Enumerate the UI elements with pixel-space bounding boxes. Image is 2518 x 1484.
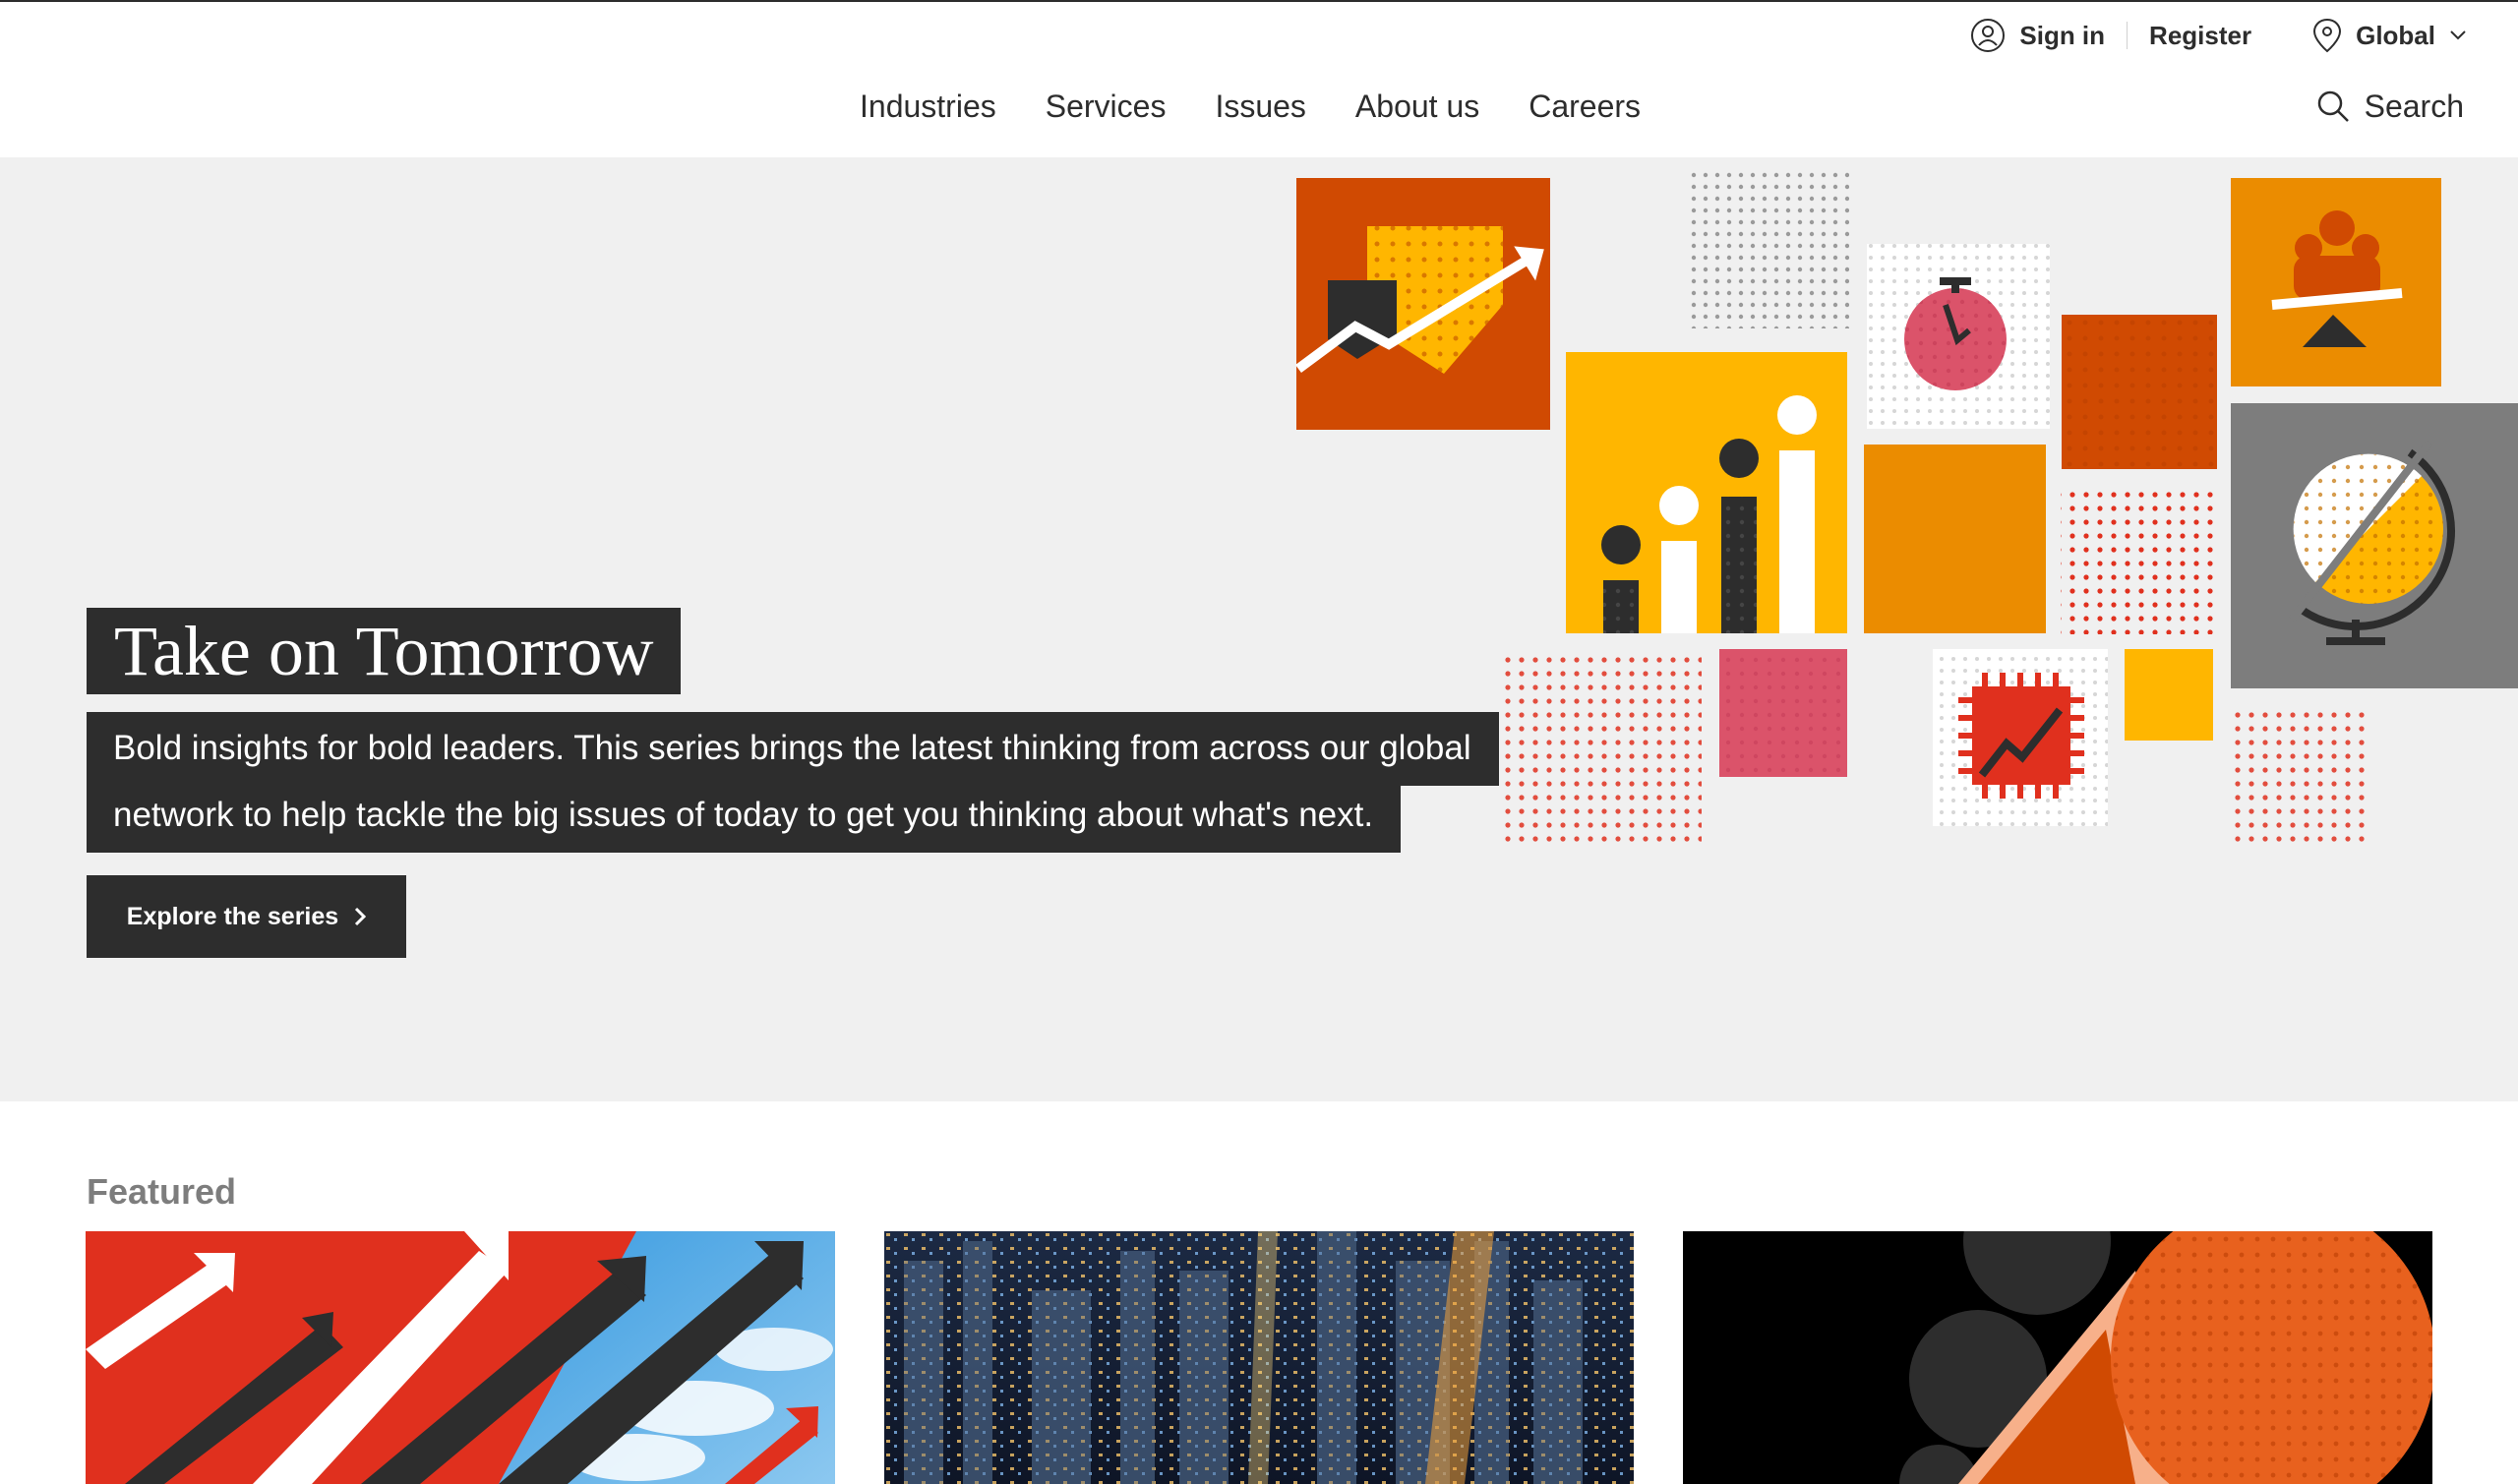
nav-item-careers[interactable]: Careers (1529, 81, 1641, 132)
red-arrows-sky-image (86, 1231, 835, 1484)
sign-in-label: Sign in (2019, 20, 2106, 50)
featured-card-2[interactable] (884, 1231, 1634, 1484)
hero-banner: Take on Tomorrow Bold insights for bold … (0, 157, 2518, 1101)
nav-item-industries[interactable]: Industries (860, 81, 996, 132)
dotted-tile (1687, 171, 1849, 328)
nav-item-issues[interactable]: Issues (1215, 81, 1305, 132)
featured-card-3[interactable] (1683, 1231, 2432, 1484)
utility-bar: Sign in Register Global (1970, 14, 2467, 57)
pink-square-tile (1719, 649, 1847, 777)
user-icon (1971, 19, 2006, 52)
red-dotted-tile-right (2233, 704, 2370, 848)
region-selector[interactable]: Global (2312, 18, 2467, 53)
orange-circles-abstract-image (1683, 1231, 2432, 1484)
globe-tile (2231, 403, 2518, 688)
chevron-right-icon (355, 907, 367, 926)
register-label: Register (2149, 20, 2252, 50)
red-dotted-tile (2061, 487, 2218, 634)
featured-heading: Featured (87, 1171, 237, 1212)
explore-series-button[interactable]: Explore the series (87, 875, 406, 958)
nav-item-services[interactable]: Services (1046, 81, 1167, 132)
sign-in-link[interactable]: Sign in (1970, 18, 2105, 53)
featured-card-1[interactable] (86, 1231, 835, 1484)
stopwatch-tile (1867, 244, 2050, 429)
hero-description-wrap: Bold insights for bold leaders. This ser… (87, 712, 1538, 853)
orange-square-tile (2062, 315, 2217, 469)
nav-item-about-us[interactable]: About us (1355, 81, 1479, 132)
location-pin-icon (2313, 18, 2342, 53)
main-nav: Industries Services Issues About us Care… (0, 81, 2518, 132)
search-label: Search (2364, 88, 2464, 124)
bar-chart-tile (1566, 352, 1847, 633)
divider (2127, 22, 2128, 49)
region-label: Global (2356, 20, 2435, 50)
amber-square-tile (1864, 445, 2046, 633)
search-icon (2317, 90, 2349, 122)
top-border (0, 0, 2518, 2)
yellow-square-tile (2125, 649, 2213, 741)
chip-tile (1933, 649, 2108, 826)
search-button[interactable]: Search (2315, 81, 2464, 132)
hero-description: Bold insights for bold leaders. This ser… (87, 712, 1499, 853)
growth-chart-tile (1295, 178, 1550, 430)
hero-title: Take on Tomorrow (87, 608, 682, 694)
chevron-down-icon (2450, 30, 2466, 40)
balance-people-tile (2231, 178, 2441, 386)
explore-series-label: Explore the series (126, 902, 339, 930)
city-night-aerial-image (884, 1231, 1634, 1484)
register-link[interactable]: Register (2149, 21, 2251, 51)
